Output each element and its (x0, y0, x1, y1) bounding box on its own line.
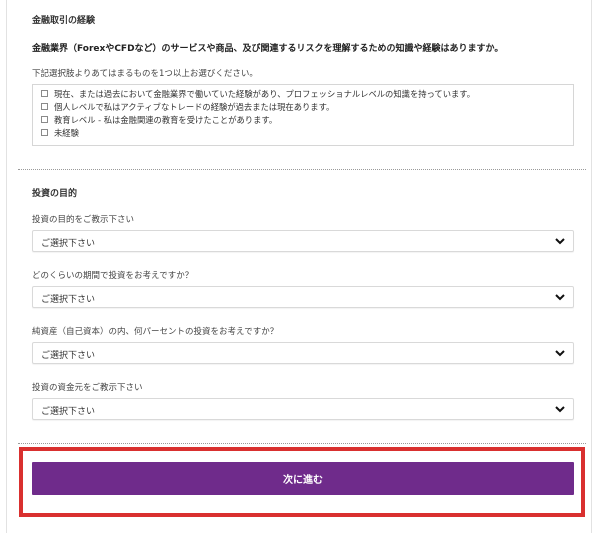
next-button[interactable]: 次に進む (32, 462, 574, 495)
investment-period-select[interactable]: ご選択下さい (32, 286, 574, 308)
select-value: ご選択下さい (41, 239, 96, 249)
checkbox-icon[interactable] (41, 129, 48, 136)
investment-percentage-select[interactable]: ご選択下さい (32, 342, 574, 364)
investment-percentage-label: 純資産（自己資本）の内、何パーセントの投資をお考えですか？ (32, 327, 279, 337)
experience-option-active-trading[interactable]: 個人レベルで私はアクティブなトレードの経験が過去または現在あります。 (41, 101, 334, 112)
investment-purpose-label: 投資の目的をご教示下さい (32, 215, 135, 225)
chevron-down-icon (555, 238, 565, 245)
select-value: ご選択下さい (41, 295, 96, 305)
chevron-down-icon (555, 350, 565, 357)
experience-options-box: 現在、または過去において金融業界で働いていた経験があり、プロフェッショナルレベル… (32, 84, 574, 146)
checkbox-icon[interactable] (41, 90, 48, 97)
chevron-down-icon (555, 406, 565, 413)
experience-option-professional[interactable]: 現在、または過去において金融業界で働いていた経験があり、プロフェッショナルレベル… (41, 88, 475, 99)
investment-purpose-select[interactable]: ご選択下さい (32, 230, 574, 252)
select-value: ご選択下さい (41, 351, 96, 361)
investment-source-label: 投資の資金元をご教示下さい (32, 383, 143, 393)
chevron-down-icon (555, 294, 565, 301)
experience-option-label: 教育レベル - 私は金融関連の教育を受けたことがあります。 (54, 114, 278, 125)
checkbox-icon[interactable] (41, 103, 48, 110)
checkbox-icon[interactable] (41, 116, 48, 123)
experience-option-label: 個人レベルで私はアクティブなトレードの経験が過去または現在あります。 (54, 101, 335, 112)
experience-option-label: 現在、または過去において金融業界で働いていた経験があり、プロフェッショナルレベル… (54, 88, 476, 99)
experience-instruction: 下記選択肢よりあてはまるものを1つ以上お選びください。 (32, 69, 258, 79)
select-value: ご選択下さい (41, 407, 96, 417)
investment-source-select[interactable]: ご選択下さい (32, 398, 574, 420)
section-divider (18, 443, 586, 444)
section-title-experience: 金融取引の経験 (32, 16, 96, 26)
section-title-investment: 投資の目的 (32, 189, 78, 199)
experience-question: 金融業界（ForexやCFDなど）のサービスや商品、及び関連するリスクを理解する… (32, 44, 504, 54)
experience-option-label: 未経験 (54, 127, 79, 138)
experience-option-none[interactable]: 未経験 (41, 127, 79, 138)
section-divider (18, 169, 586, 170)
experience-option-education[interactable]: 教育レベル - 私は金融関連の教育を受けたことがあります。 (41, 114, 277, 125)
investment-period-label: どのくらいの期間で投資をお考えですか？ (32, 271, 194, 281)
